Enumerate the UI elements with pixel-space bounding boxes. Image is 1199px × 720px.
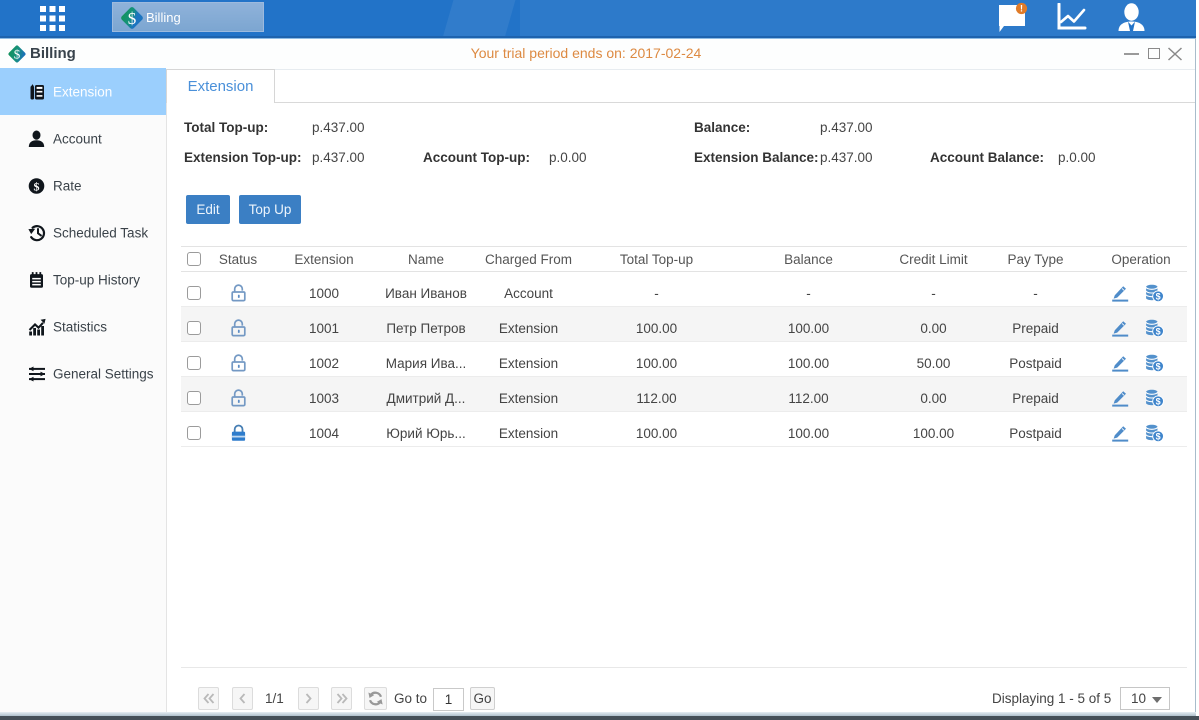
svg-text:!: ! (1020, 4, 1023, 14)
svg-text:$: $ (1156, 397, 1161, 407)
svg-text:$: $ (34, 179, 40, 193)
svg-text:$: $ (1156, 362, 1161, 372)
svg-text:$: $ (1156, 327, 1161, 337)
svg-text:$: $ (128, 9, 137, 28)
svg-text:$: $ (1156, 432, 1161, 442)
svg-text:$: $ (1156, 292, 1161, 302)
